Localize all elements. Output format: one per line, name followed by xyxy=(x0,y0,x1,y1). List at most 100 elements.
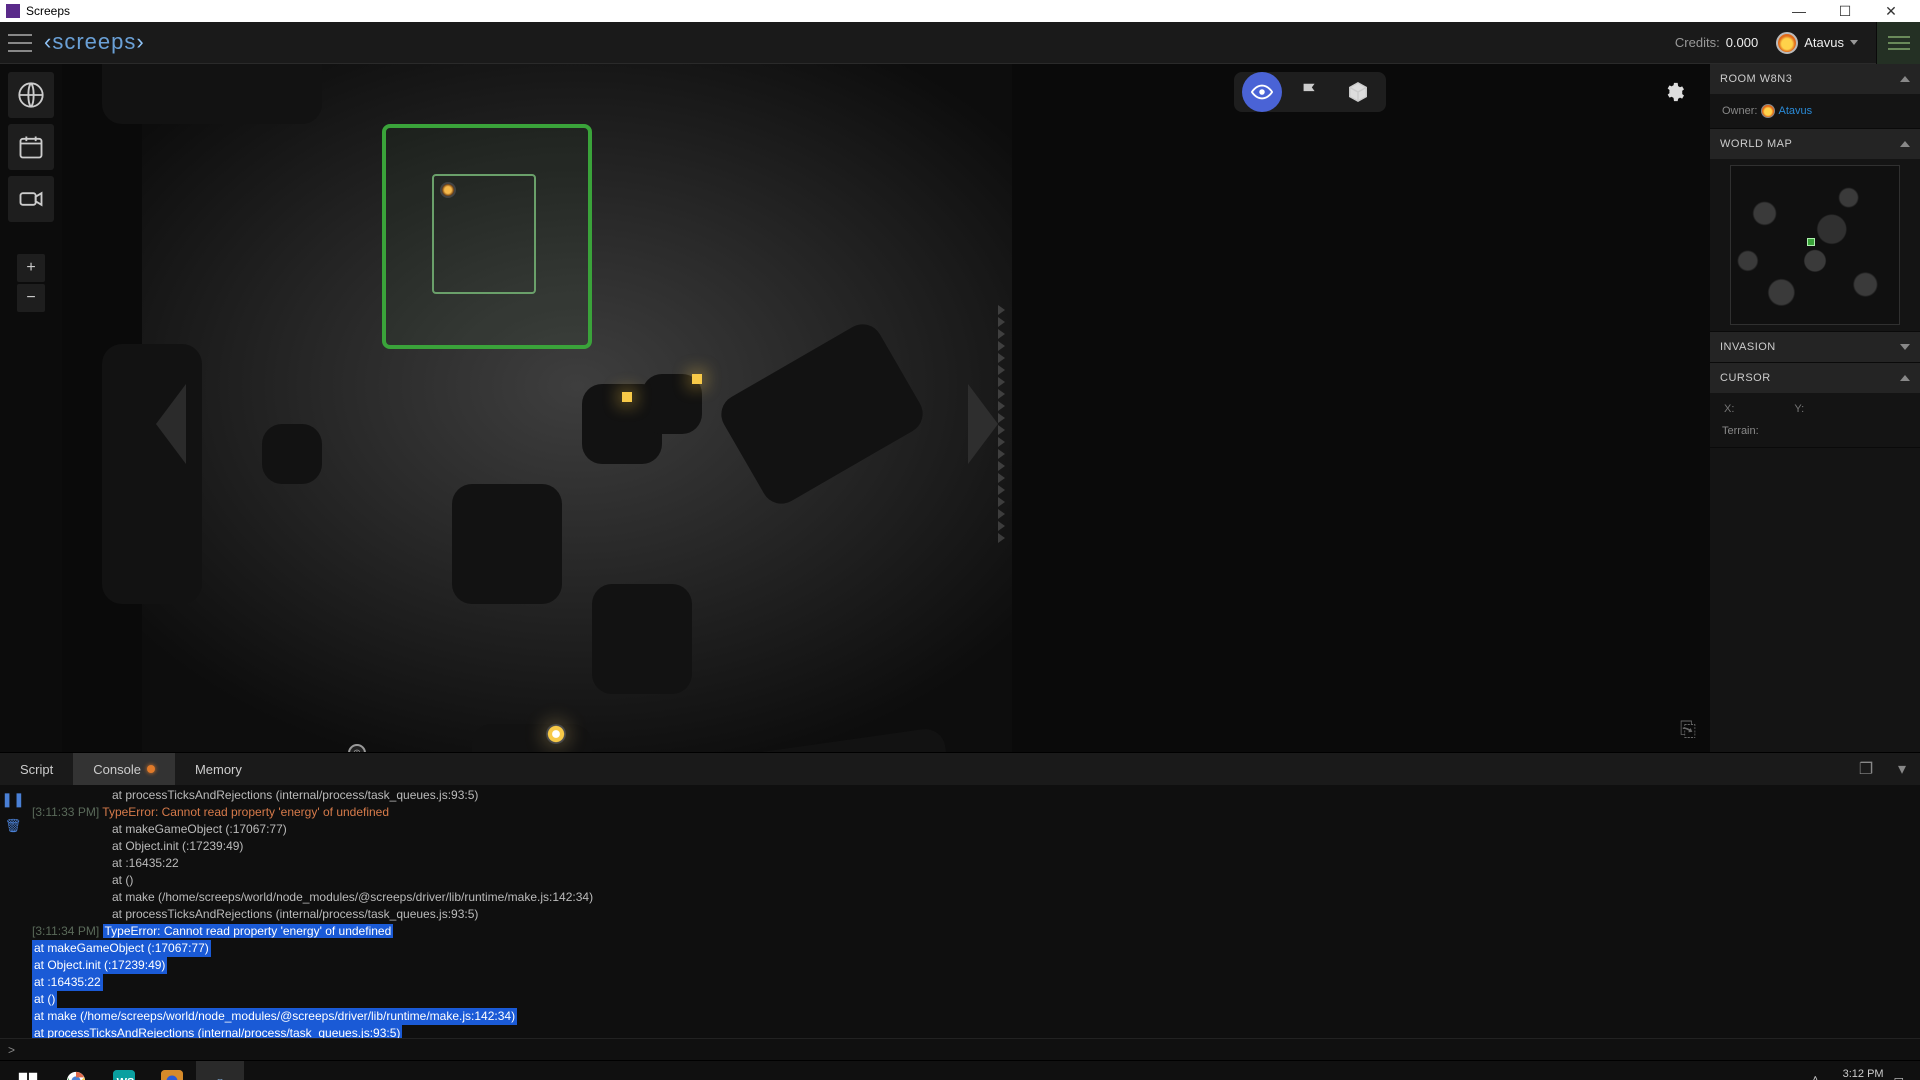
zoom-out-button[interactable]: − xyxy=(17,284,45,312)
room-nav-left[interactable] xyxy=(156,384,186,464)
user-menu[interactable]: Atavus xyxy=(1776,32,1858,54)
user-avatar-icon xyxy=(1776,32,1798,54)
room-nav-right[interactable] xyxy=(968,384,998,464)
screeps-icon: <> xyxy=(209,1070,231,1080)
cursor-terrain: Terrain: xyxy=(1710,425,1920,447)
menu-icon[interactable] xyxy=(8,34,32,52)
app-icon xyxy=(6,4,20,18)
console-line[interactable]: at processTicksAndRejections (internal/p… xyxy=(32,1025,1914,1038)
console-line[interactable]: at Object.init (:17239:49) xyxy=(32,957,1914,974)
collapse-icon xyxy=(1900,375,1910,381)
credits-display: Credits:0.000 xyxy=(1675,35,1758,50)
console-line[interactable]: at :16435:22 xyxy=(32,855,1914,872)
cursor-panel-header[interactable]: CURSOR xyxy=(1710,363,1920,393)
collapse-icon xyxy=(1900,76,1910,82)
taskbar-app3[interactable] xyxy=(148,1061,196,1080)
taskbar-screeps[interactable]: <> xyxy=(196,1061,244,1080)
username-label: Atavus xyxy=(1804,35,1844,50)
pause-console-button[interactable]: ❚❚ xyxy=(1,791,24,808)
tab-memory[interactable]: Memory xyxy=(175,753,262,785)
settings-button[interactable] xyxy=(1654,72,1694,112)
console-line[interactable]: at make (/home/screeps/world/node_module… xyxy=(32,1008,1914,1025)
calendar-icon xyxy=(17,133,45,161)
leave-room-button[interactable]: ⎘ xyxy=(1680,719,1696,742)
logo[interactable]: ‹screeps› xyxy=(44,29,145,56)
left-toolbar: + − xyxy=(0,64,62,752)
cursor-coords: X: Y: xyxy=(1710,393,1920,425)
world-button[interactable] xyxy=(8,72,54,118)
owner-link[interactable]: Atavus xyxy=(1779,105,1813,117)
right-panel: ROOM W8N3 Owner: Atavus WORLD MAP INVASI… xyxy=(1710,64,1920,752)
console-line[interactable]: [3:11:33 PM] TypeError: Cannot read prop… xyxy=(32,804,1914,821)
room-exit-right[interactable] xyxy=(998,64,1012,752)
window-title: Screeps xyxy=(26,4,70,18)
start-button[interactable] xyxy=(4,1061,52,1080)
flag-button[interactable] xyxy=(1290,72,1330,112)
console-output[interactable]: at processTicksAndRejections (internal/p… xyxy=(26,785,1920,1038)
owner-avatar-icon xyxy=(1761,104,1775,118)
room-owner-row: Owner: Atavus xyxy=(1710,94,1920,128)
chevron-down-icon xyxy=(1850,40,1858,45)
invasion-panel-header[interactable]: INVASION xyxy=(1710,332,1920,362)
notifications-icon[interactable]: ▭ xyxy=(1894,1074,1904,1080)
console-line[interactable]: at () xyxy=(32,991,1914,1008)
console-toolbar: ❚❚ 🗑 xyxy=(0,785,26,1038)
construct-button[interactable] xyxy=(1338,72,1378,112)
schedule-button[interactable] xyxy=(8,124,54,170)
close-button[interactable]: ✕ xyxy=(1868,3,1914,20)
keeper-lair[interactable]: ⊕ xyxy=(348,744,366,752)
zoom-in-button[interactable]: + xyxy=(17,254,45,282)
taskbar-webstorm[interactable]: WS xyxy=(100,1061,148,1080)
app-icon xyxy=(161,1070,183,1080)
console-line[interactable]: at makeGameObject (:17067:77) xyxy=(32,940,1914,957)
console-line[interactable]: at makeGameObject (:17067:77) xyxy=(32,821,1914,838)
clear-console-button[interactable]: 🗑 xyxy=(5,818,22,834)
eye-icon xyxy=(1251,81,1273,103)
view-tools xyxy=(1234,72,1386,112)
console-line[interactable]: [3:11:34 PM] TypeError: Cannot read prop… xyxy=(32,923,1914,940)
svg-text:WS: WS xyxy=(117,1076,135,1080)
console-line[interactable]: at () xyxy=(32,872,1914,889)
worldmap-panel-header[interactable]: WORLD MAP xyxy=(1710,129,1920,159)
visibility-button[interactable] xyxy=(1242,72,1282,112)
tab-script[interactable]: Script xyxy=(0,753,73,785)
bottom-panel: Script Console Memory ❐ ▾ ❚❚ 🗑 at proces… xyxy=(0,752,1920,1060)
steam-menu-icon[interactable] xyxy=(1876,22,1920,64)
minimize-button[interactable]: — xyxy=(1776,3,1822,19)
console-line[interactable]: at Object.init (:17239:49) xyxy=(32,838,1914,855)
energy-source[interactable] xyxy=(692,374,702,384)
clock[interactable]: 3:12 PM 10/20/2019 xyxy=(1829,1068,1884,1080)
collapse-panel-button[interactable]: ▾ xyxy=(1884,753,1920,785)
console-prompt: > xyxy=(0,1038,1920,1060)
minimap-current-room xyxy=(1807,238,1815,246)
taskbar-chrome[interactable] xyxy=(52,1061,100,1080)
spawn-object[interactable] xyxy=(546,724,566,744)
svg-text:<>: <> xyxy=(214,1076,227,1080)
system-tray[interactable]: ˄ 3:12 PM 10/20/2019 ▭ xyxy=(1800,1068,1916,1080)
creep-object[interactable] xyxy=(440,182,456,198)
maximize-button[interactable]: ☐ xyxy=(1822,3,1868,20)
notification-dot-icon xyxy=(147,765,155,773)
room-view[interactable]: ⊕ xyxy=(142,64,1012,752)
console-line[interactable]: at make (/home/screeps/world/node_module… xyxy=(32,889,1914,906)
minimap[interactable] xyxy=(1730,165,1900,325)
console-input[interactable] xyxy=(23,1043,1912,1057)
energy-source[interactable] xyxy=(622,392,632,402)
bottom-tabs: Script Console Memory ❐ ▾ xyxy=(0,753,1920,785)
console-line[interactable]: at :16435:22 xyxy=(32,974,1914,991)
app-header: ‹screeps› Credits:0.000 Atavus xyxy=(0,22,1920,64)
popout-button[interactable]: ❐ xyxy=(1848,753,1884,785)
room-panel-header[interactable]: ROOM W8N3 xyxy=(1710,64,1920,94)
console-line[interactable]: at processTicksAndRejections (internal/p… xyxy=(32,787,1914,804)
tray-expand-icon[interactable]: ˄ xyxy=(1812,1074,1818,1080)
tab-console[interactable]: Console xyxy=(73,753,175,785)
video-icon xyxy=(17,185,45,213)
replay-button[interactable] xyxy=(8,176,54,222)
console-line[interactable]: at processTicksAndRejections (internal/p… xyxy=(32,906,1914,923)
globe-icon xyxy=(17,81,45,109)
expand-icon xyxy=(1900,344,1910,350)
room-selection-box xyxy=(382,124,592,349)
game-viewport[interactable]: ⊕ xyxy=(62,64,1710,752)
chrome-icon xyxy=(65,1070,87,1080)
webstorm-icon: WS xyxy=(113,1070,135,1080)
